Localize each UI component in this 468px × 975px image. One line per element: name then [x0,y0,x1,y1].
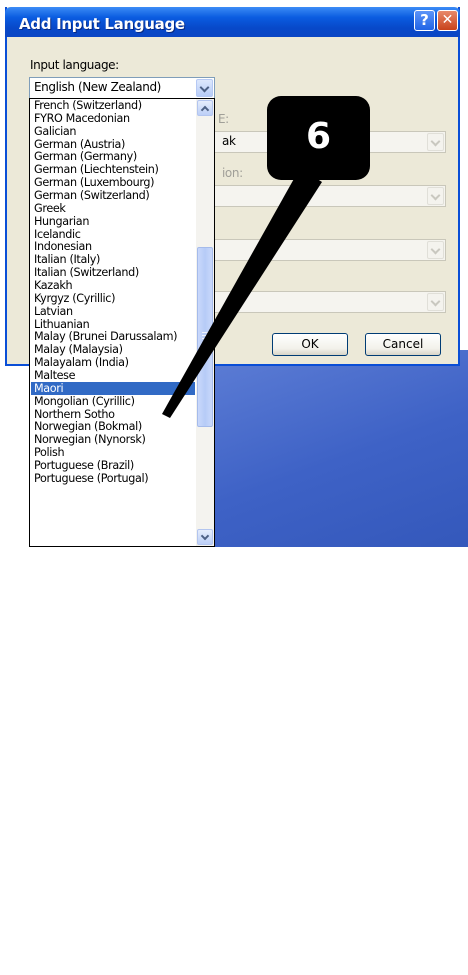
step-callout: 6 [267,96,370,180]
callout-arrow [162,168,322,418]
step-number: 6 [305,116,332,157]
